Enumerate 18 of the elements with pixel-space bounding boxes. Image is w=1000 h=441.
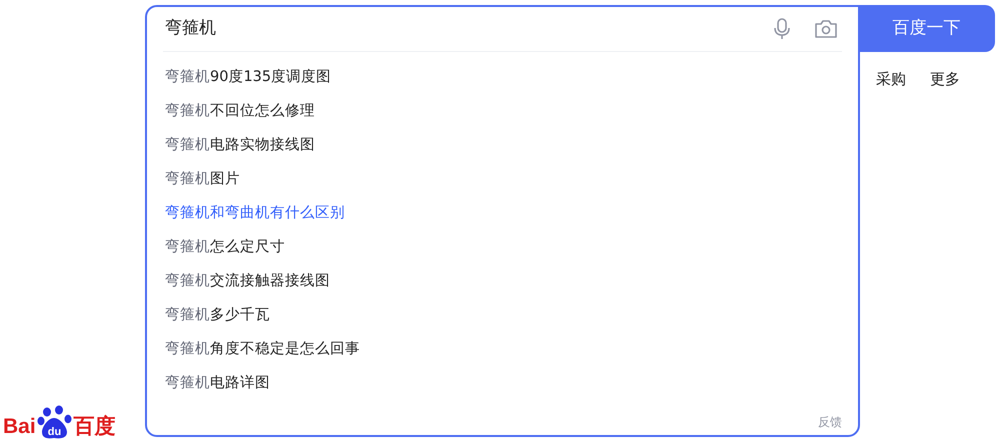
suggestion-item[interactable]: 弯箍机图片 [147,162,858,196]
suggestion-item[interactable]: 弯箍机不回位怎么修理 [147,94,858,128]
nav-link[interactable]: 采购 [876,68,906,90]
camera-icon[interactable] [814,19,838,39]
suggestion-item[interactable]: 弯箍机电路实物接线图 [147,128,858,162]
suggestion-item[interactable]: 弯箍机角度不稳定是怎么回事 [147,332,858,366]
suggestion-item[interactable]: 弯箍机和弯曲机有什么区别 [147,196,858,230]
search-button[interactable]: 百度一下 [858,5,995,52]
suggestion-item[interactable]: 弯箍机多少千瓦 [147,298,858,332]
search-field[interactable]: 弯箍机 [163,16,774,42]
nav-link[interactable]: 更多 [930,68,960,90]
logo-text: Bai [3,416,36,437]
suggestion-item[interactable]: 弯箍机怎么定尺寸 [147,230,858,264]
suggestion-item[interactable]: 弯箍机90度135度调度图 [147,60,858,94]
suggestion-item[interactable]: 弯箍机电路详图 [147,366,858,400]
logo-text: 百度 [74,416,116,437]
microphone-icon[interactable] [774,18,790,40]
suggestion-item[interactable]: 弯箍机交流接触器接线图 [147,264,858,298]
